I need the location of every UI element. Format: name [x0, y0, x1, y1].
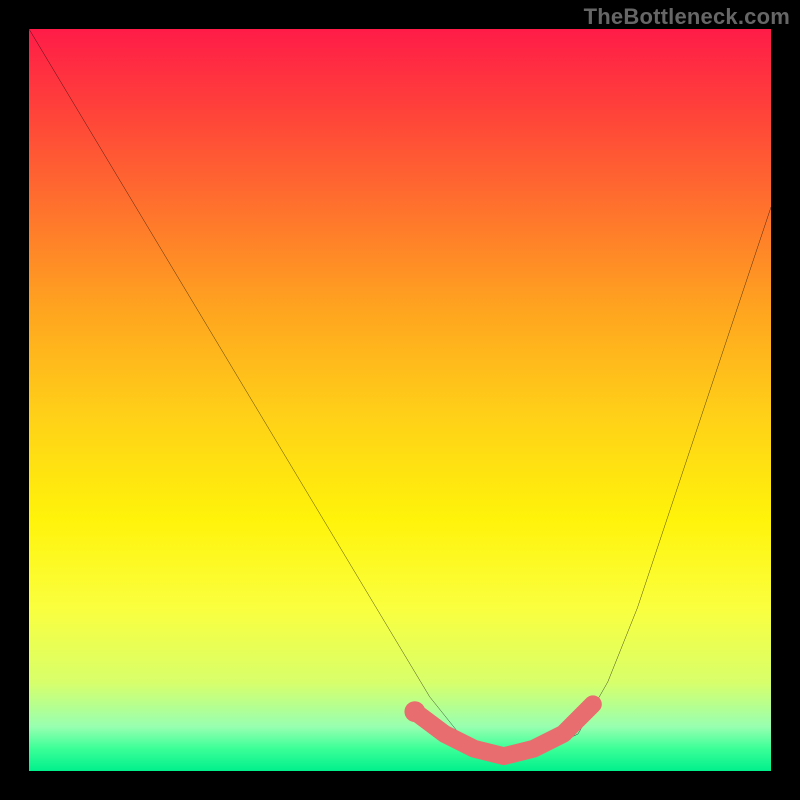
watermark-label: TheBottleneck.com: [584, 4, 790, 30]
chart-svg: [29, 29, 771, 771]
highlight-dot-circle: [404, 701, 425, 722]
chart-frame: TheBottleneck.com: [0, 0, 800, 800]
highlight-band-path: [415, 704, 593, 756]
bottleneck-curve-path: [29, 29, 771, 756]
